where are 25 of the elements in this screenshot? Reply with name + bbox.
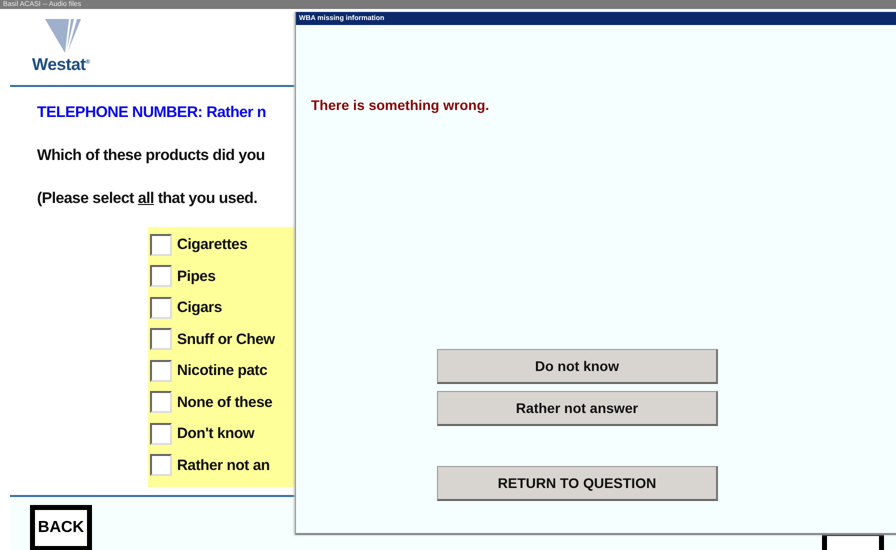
return-button[interactable]: RETURN TO QUESTION: [437, 466, 718, 501]
option-label[interactable]: None of these: [177, 394, 272, 411]
question-text: Which of these products did you: [37, 147, 265, 165]
option-label[interactable]: Snuff or Chew: [177, 330, 275, 348]
instruction-text: (Please select all that you used.: [37, 190, 258, 208]
checkbox[interactable]: [150, 265, 172, 288]
checkbox[interactable]: [150, 296, 172, 319]
option-label[interactable]: Don't know: [177, 425, 254, 442]
back-button[interactable]: BACK: [30, 505, 92, 550]
checkbox[interactable]: [150, 360, 172, 382]
logo-text: Westat$^{®}$: [32, 55, 90, 75]
option-label[interactable]: Rather not an: [177, 456, 270, 474]
error-message: There is something wrong.: [311, 97, 490, 113]
checkbox[interactable]: [150, 234, 172, 256]
checkbox[interactable]: [150, 454, 172, 476]
checkbox[interactable]: [150, 422, 172, 445]
answer-button[interactable]: Rather not answer: [437, 391, 718, 426]
option-label[interactable]: Cigarettes: [177, 236, 248, 254]
option-label[interactable]: Cigars: [177, 299, 222, 316]
checkbox[interactable]: [150, 391, 172, 414]
option-label[interactable]: Nicotine patc: [177, 362, 268, 380]
checkbox[interactable]: [150, 328, 172, 350]
question-heading: TELEPHONE NUMBER: Rather n: [37, 104, 266, 122]
answer-button[interactable]: Do not know: [437, 349, 718, 384]
option-label[interactable]: Pipes: [177, 268, 216, 285]
